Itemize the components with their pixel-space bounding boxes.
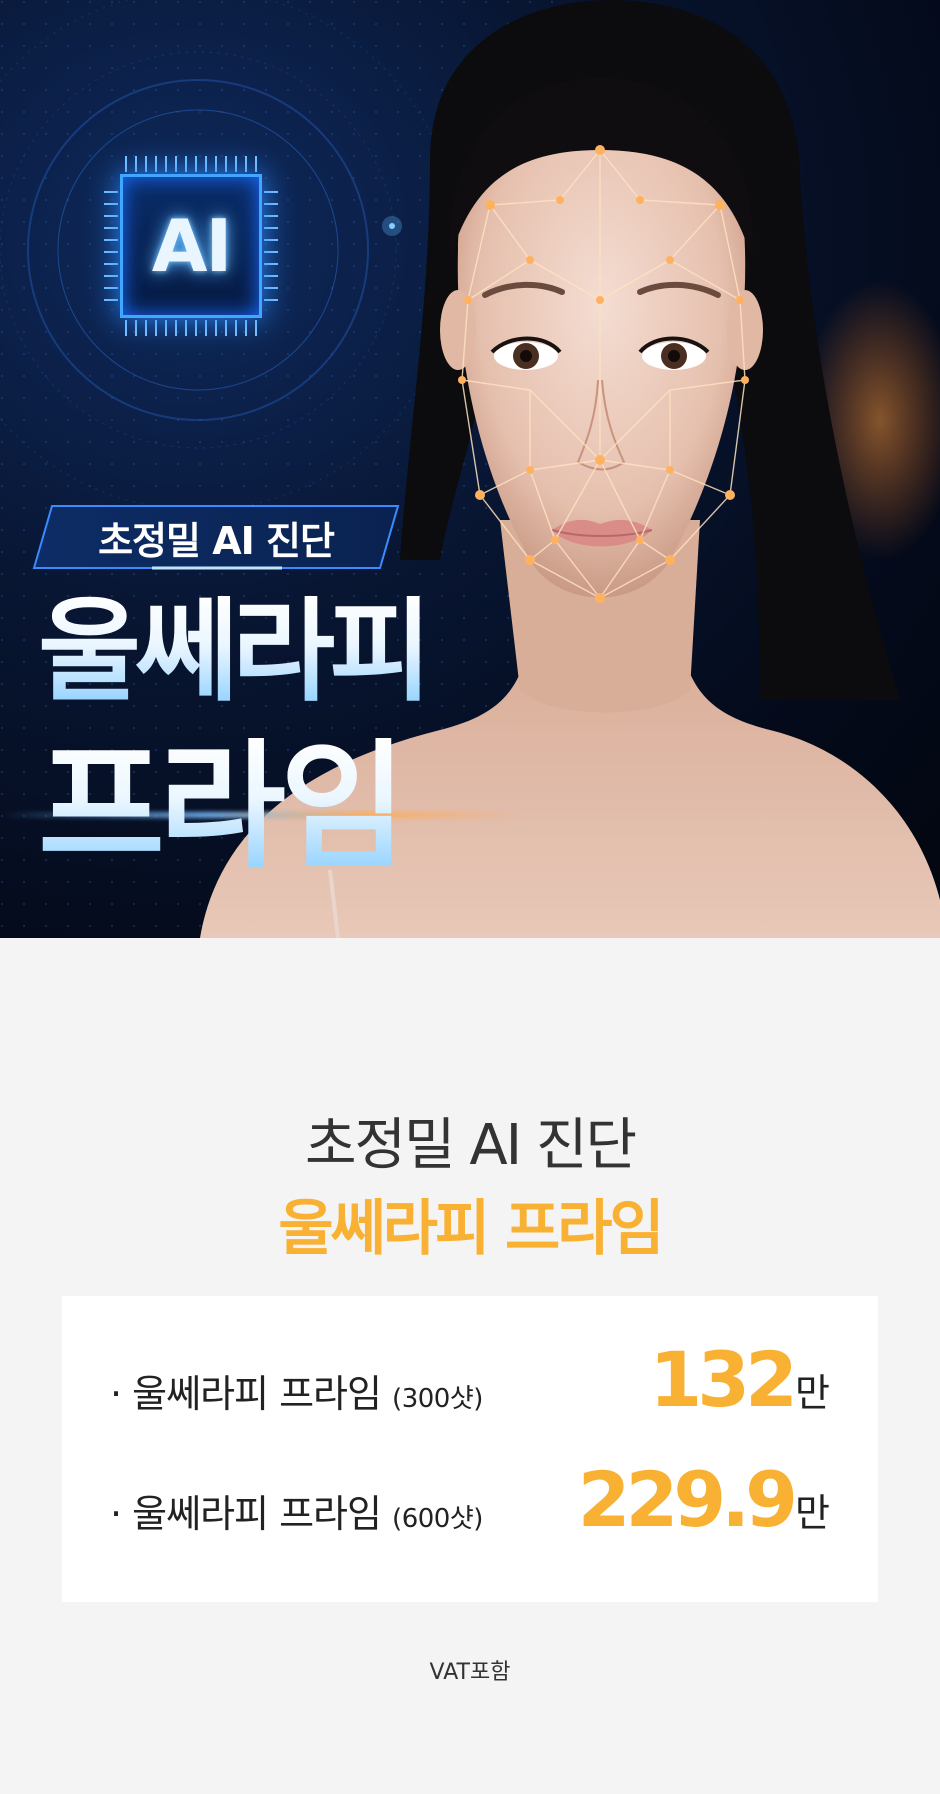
- price-value: 229.9: [577, 1455, 798, 1544]
- item-price: 132만: [649, 1335, 830, 1424]
- badge-text: 초정밀 AI 진단: [98, 518, 335, 563]
- ai-chip: AI: [120, 174, 262, 318]
- price-value: 132: [649, 1335, 798, 1424]
- item-price: 229.9만: [578, 1455, 830, 1544]
- item-name: · 울쎄라피 프라임 (300샷): [110, 1363, 483, 1418]
- price-unit: 만: [795, 1491, 830, 1535]
- item-detail: (600샷): [392, 1504, 483, 1534]
- ai-chip-graphic: AI: [42, 92, 352, 402]
- price-card: · 울쎄라피 프라임 (300샷) 132만 · 울쎄라피 프라임 (600샷)…: [62, 1296, 878, 1602]
- section-subtitle: 초정밀 AI 진단: [304, 1113, 637, 1178]
- hero-banner: AI 초정밀 AI 진단 울쎄라피 프라임: [0, 0, 940, 938]
- hero-title-line2: 프라임: [38, 726, 407, 887]
- item-label: · 울쎄라피 프라임: [110, 1372, 393, 1416]
- hero-badge: 초정밀 AI 진단: [32, 504, 400, 570]
- price-row: · 울쎄라피 프라임 (300샷) 132만: [110, 1335, 830, 1428]
- hero-title-line1: 울쎄라피: [38, 587, 432, 717]
- vat-note: VAT포함: [429, 1660, 511, 1685]
- section-title: 울쎄라피 프라임: [278, 1194, 664, 1264]
- item-detail: (300샷): [392, 1384, 483, 1414]
- price-unit: 만: [795, 1371, 830, 1415]
- price-row: · 울쎄라피 프라임 (600샷) 229.9만: [110, 1455, 830, 1548]
- chip-label: AI: [151, 204, 233, 288]
- item-name: · 울쎄라피 프라임 (600샷): [110, 1483, 483, 1538]
- item-label: · 울쎄라피 프라임: [110, 1492, 393, 1536]
